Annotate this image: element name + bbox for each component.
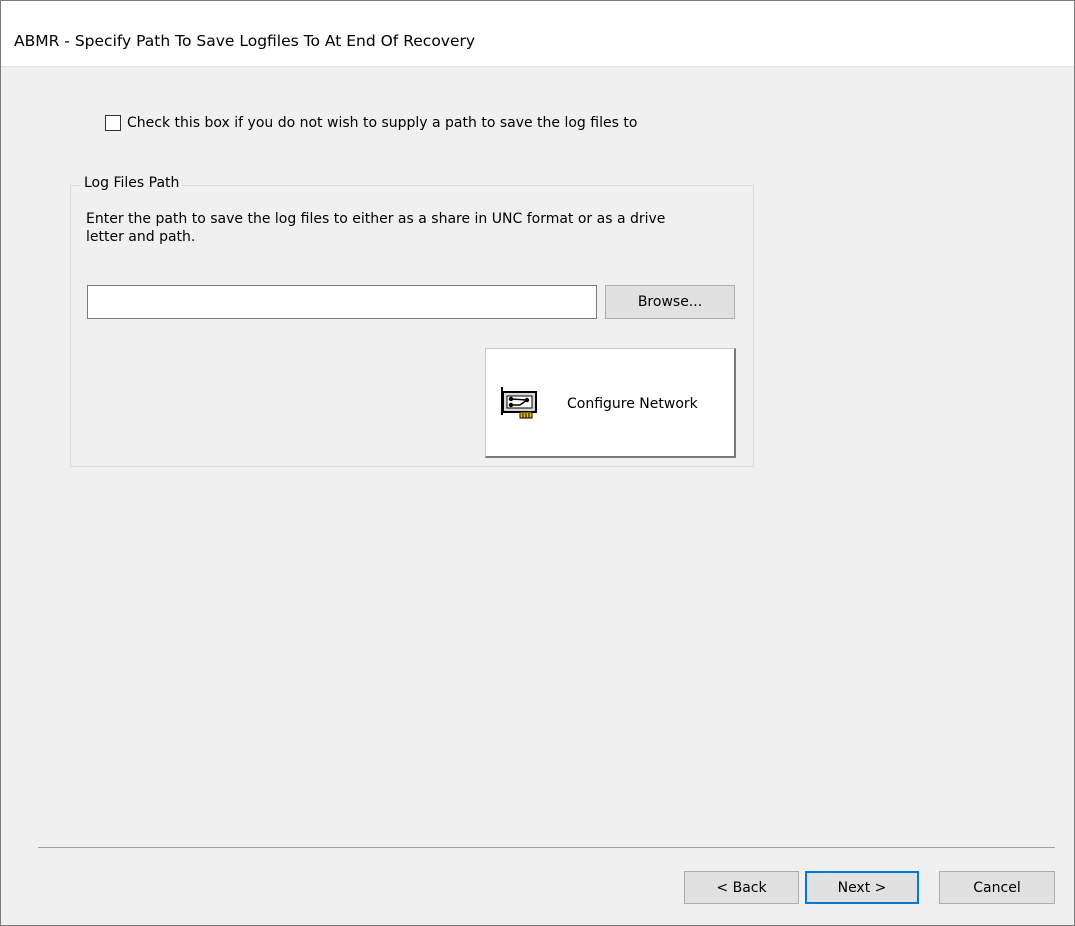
next-button-label: Next > <box>837 879 887 896</box>
browse-button-label: Browse... <box>637 294 703 310</box>
back-button-label: < Back <box>716 879 767 896</box>
dialog-window: ABMR - Specify Path To Save Logfiles To … <box>0 0 1075 926</box>
footer-separator <box>38 847 1055 848</box>
skip-log-path-label[interactable]: Check this box if you do not wish to sup… <box>127 115 637 131</box>
skip-log-path-checkbox[interactable] <box>105 115 121 131</box>
configure-network-label: Configure Network <box>567 396 698 412</box>
log-files-path-description: Enter the path to save the log files to … <box>86 211 666 245</box>
network-card-icon <box>501 387 537 419</box>
log-files-path-legend: Log Files Path <box>81 175 183 191</box>
log-path-input[interactable] <box>87 285 597 319</box>
browse-button[interactable]: Browse... <box>605 285 735 319</box>
cancel-button-label: Cancel <box>973 879 1021 896</box>
window-title: ABMR - Specify Path To Save Logfiles To … <box>14 32 476 50</box>
cancel-button[interactable]: Cancel <box>939 871 1055 904</box>
next-button[interactable]: Next > <box>805 871 919 904</box>
configure-network-button[interactable]: Configure Network <box>485 348 736 458</box>
title-bar: ABMR - Specify Path To Save Logfiles To … <box>1 1 1074 67</box>
back-button[interactable]: < Back <box>684 871 799 904</box>
